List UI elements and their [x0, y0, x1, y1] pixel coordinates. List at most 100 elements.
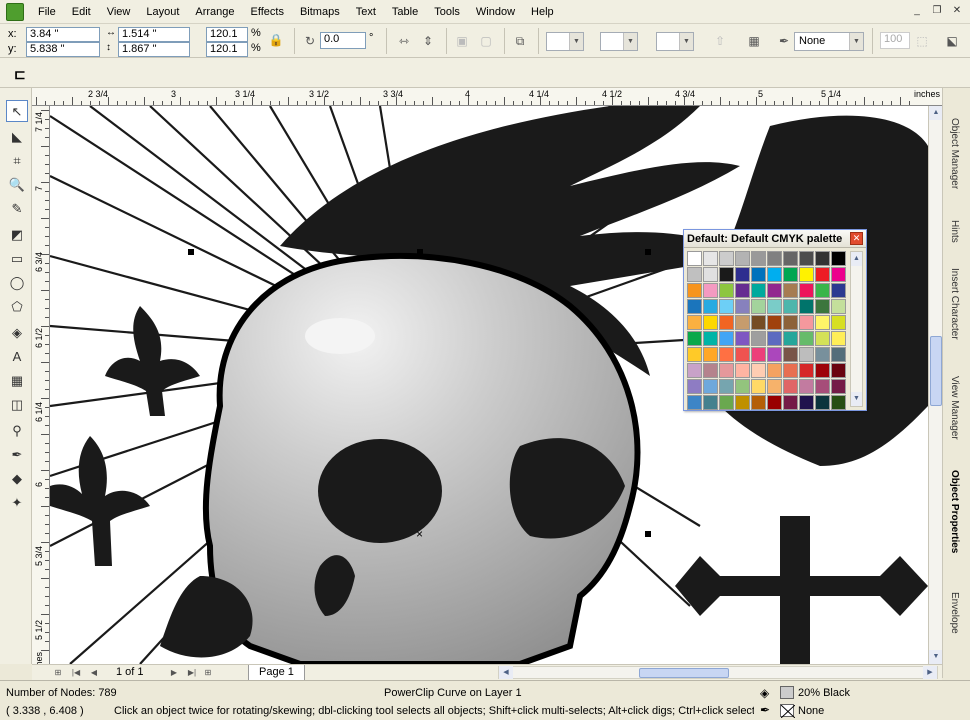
palette-swatch[interactable] — [719, 331, 734, 346]
palette-swatch[interactable] — [751, 331, 766, 346]
palette-swatch[interactable] — [815, 395, 830, 410]
shape-tool-icon[interactable]: ◣ — [6, 126, 28, 148]
zoom-tool-icon[interactable]: 🔍 — [6, 174, 28, 196]
palette-swatch[interactable] — [783, 347, 798, 362]
palette-swatch[interactable] — [783, 331, 798, 346]
palette-swatch[interactable] — [799, 251, 814, 266]
group-icon[interactable]: ▣ — [452, 31, 472, 51]
palette-swatch[interactable] — [687, 331, 702, 346]
palette-swatch[interactable] — [767, 363, 782, 378]
palette-swatch[interactable] — [719, 395, 734, 410]
outline-width-selector[interactable]: None ▼ — [794, 32, 864, 51]
palette-swatch[interactable] — [831, 315, 846, 330]
palette-swatch[interactable] — [799, 283, 814, 298]
mirror-vertical-icon[interactable]: ⇕ — [418, 31, 438, 51]
x-position-field[interactable]: 3.84 " — [26, 27, 100, 42]
palette-swatch[interactable] — [735, 395, 750, 410]
close-icon[interactable]: ✕ — [948, 3, 966, 19]
palette-title[interactable]: Default: Default CMYK palette — [684, 230, 866, 248]
palette-swatch[interactable] — [831, 395, 846, 410]
palette-swatch[interactable] — [783, 395, 798, 410]
basic-shapes-tool-icon[interactable]: ◈ — [6, 322, 28, 344]
end-arrow-selector[interactable]: ▼ — [656, 32, 694, 51]
interactive-tool-icon[interactable]: ◫ — [6, 394, 28, 416]
palette-swatch[interactable] — [703, 315, 718, 330]
restore-icon[interactable]: ❐ — [928, 3, 946, 19]
start-arrow-selector[interactable]: ▼ — [546, 32, 584, 51]
last-page-icon[interactable]: ▶| — [186, 666, 198, 679]
palette-swatch[interactable] — [751, 251, 766, 266]
minimize-icon[interactable]: _ — [908, 3, 926, 19]
scale-icon[interactable]: ⬚ — [912, 31, 932, 51]
palette-swatch[interactable] — [719, 379, 734, 394]
palette-swatch[interactable] — [815, 363, 830, 378]
palette-swatch[interactable] — [751, 299, 766, 314]
height-field[interactable]: 1.867 " — [118, 42, 190, 57]
palette-swatch[interactable] — [735, 283, 750, 298]
palette-swatch[interactable] — [815, 283, 830, 298]
palette-swatch[interactable] — [751, 347, 766, 362]
palette-swatch[interactable] — [751, 395, 766, 410]
palette-swatch[interactable] — [767, 283, 782, 298]
add-page-after-icon[interactable]: ⊞ — [202, 666, 214, 679]
palette-swatch[interactable] — [783, 363, 798, 378]
palette-swatch[interactable] — [767, 347, 782, 362]
palette-swatch[interactable] — [687, 363, 702, 378]
palette-swatch[interactable] — [815, 379, 830, 394]
palette-swatch[interactable] — [783, 299, 798, 314]
palette-swatch[interactable] — [767, 331, 782, 346]
palette-swatch[interactable] — [703, 347, 718, 362]
menu-tools[interactable]: Tools — [426, 0, 468, 24]
palette-swatch[interactable] — [703, 331, 718, 346]
palette-swatch[interactable] — [815, 299, 830, 314]
palette-swatch[interactable] — [735, 347, 750, 362]
palette-swatch[interactable] — [831, 299, 846, 314]
scroll-up-icon[interactable]: ▲ — [851, 252, 862, 266]
menu-text[interactable]: Text — [348, 0, 384, 24]
palette-swatch[interactable] — [783, 315, 798, 330]
corner-bracket-icon[interactable]: ⊏ — [14, 66, 26, 83]
scroll-right-icon[interactable]: ▶ — [923, 666, 937, 679]
palette-swatch[interactable] — [735, 299, 750, 314]
horizontal-ruler[interactable]: 2 3/4 3 3 1/4 3 1/2 3 3/4 4 4 1/4 4 1/2 … — [32, 88, 942, 106]
palette-swatch[interactable] — [735, 251, 750, 266]
palette-swatch[interactable] — [831, 347, 846, 362]
docker-tab-insert-character[interactable]: Insert Character — [949, 268, 960, 340]
palette-swatch[interactable] — [735, 363, 750, 378]
palette-swatch[interactable] — [687, 251, 702, 266]
palette-swatch[interactable] — [703, 267, 718, 282]
menu-arrange[interactable]: Arrange — [187, 0, 242, 24]
interactive-fill-tool-icon[interactable]: ✦ — [6, 492, 28, 514]
scroll-thumb[interactable] — [639, 668, 729, 678]
close-icon[interactable]: ✕ — [850, 232, 863, 245]
vertical-ruler[interactable]: 7 1/4 7 6 3/4 6 1/2 6 1/4 6 5 3/4 5 1/2 — [32, 106, 50, 664]
palette-swatch[interactable] — [831, 331, 846, 346]
pick-tool-icon[interactable]: ↖ — [6, 100, 28, 122]
palette-swatch[interactable] — [687, 395, 702, 410]
page-tab[interactable]: Page 1 — [248, 665, 305, 681]
palette-scrollbar[interactable]: ▲ ▼ — [850, 251, 863, 407]
add-page-icon[interactable]: ⊞ — [52, 666, 64, 679]
scroll-up-icon[interactable]: ▲ — [929, 106, 943, 120]
menu-effects[interactable]: Effects — [243, 0, 292, 24]
palette-swatch[interactable] — [719, 251, 734, 266]
eyedropper-tool-icon[interactable]: ⚲ — [6, 420, 28, 442]
palette-swatch[interactable] — [831, 379, 846, 394]
palette-swatch[interactable] — [815, 331, 830, 346]
palette-swatch[interactable] — [815, 315, 830, 330]
palette-swatch[interactable] — [767, 251, 782, 266]
arrow-up-icon[interactable]: ⇧ — [710, 31, 730, 51]
palette-swatch[interactable] — [751, 363, 766, 378]
palette-swatch[interactable] — [703, 251, 718, 266]
menu-bitmaps[interactable]: Bitmaps — [292, 0, 348, 24]
freehand-tool-icon[interactable]: ✎ — [6, 198, 28, 220]
palette-swatch[interactable] — [719, 363, 734, 378]
docker-tab-object-manager[interactable]: Object Manager — [949, 118, 960, 189]
palette-swatch[interactable] — [719, 347, 734, 362]
palette-swatch[interactable] — [767, 315, 782, 330]
palette-swatch[interactable] — [719, 299, 734, 314]
scale-value-field[interactable]: 100 — [880, 32, 910, 49]
rotation-field[interactable]: 0.0 — [320, 32, 366, 49]
palette-swatch[interactable] — [767, 395, 782, 410]
palette-swatch[interactable] — [735, 379, 750, 394]
